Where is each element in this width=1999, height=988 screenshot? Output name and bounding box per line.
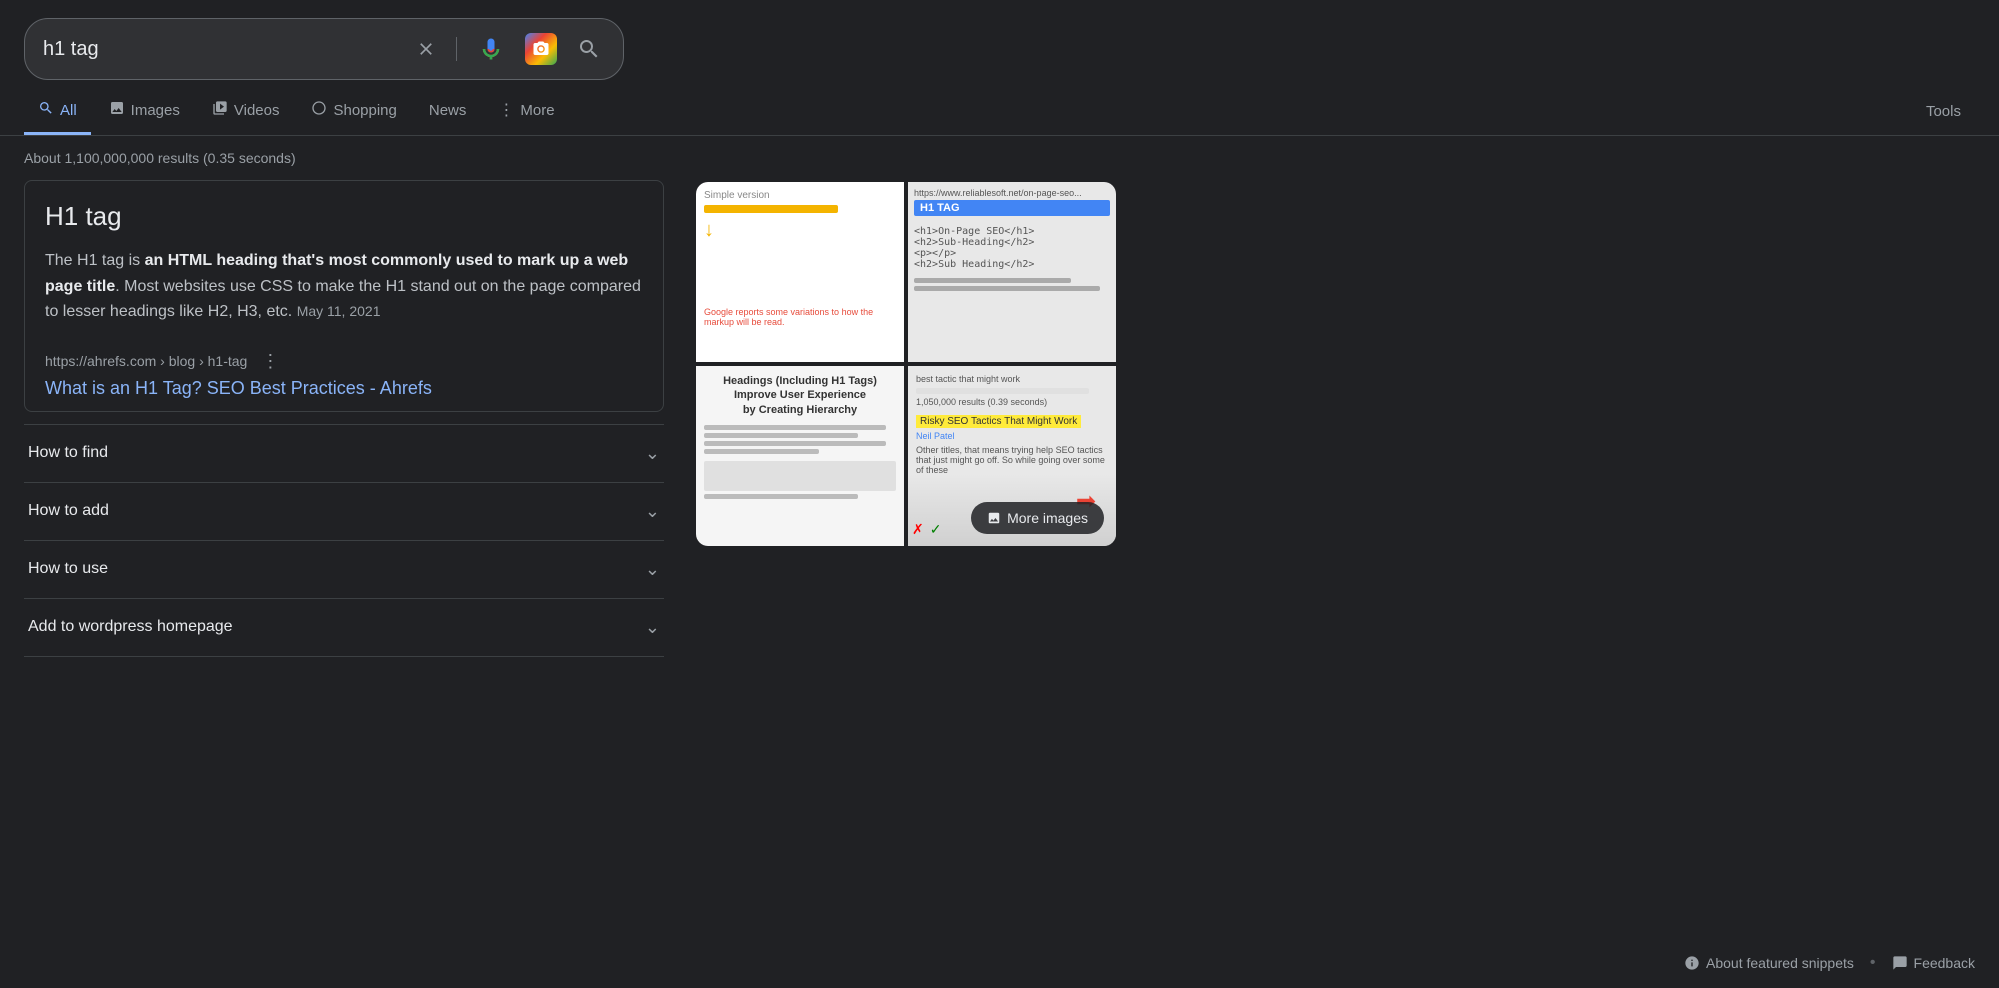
images-grid: Simple version ↓ Google reports some var…: [696, 182, 1116, 546]
accordion-label-1: How to add: [28, 502, 109, 520]
image-search-button[interactable]: [521, 29, 561, 69]
footer: About featured snippets • Feedback: [0, 938, 1999, 988]
left-column: H1 tag The H1 tag is an HTML heading tha…: [24, 172, 664, 657]
results-count: About 1,100,000,000 results (0.35 second…: [0, 136, 1999, 172]
divider: [456, 37, 457, 61]
tab-shopping[interactable]: Shopping: [297, 90, 410, 135]
tools-button[interactable]: Tools: [1912, 93, 1975, 132]
about-featured-snippets-link[interactable]: About featured snippets: [1684, 955, 1854, 971]
search-submit-button[interactable]: [573, 33, 605, 65]
tab-videos-label: Videos: [234, 102, 280, 119]
chevron-down-icon-1: ⌄: [645, 501, 660, 522]
snippet-body: The H1 tag is an HTML heading that's mos…: [45, 248, 643, 325]
main-content: H1 tag The H1 tag is an HTML heading tha…: [0, 172, 1999, 657]
search-icons: [412, 29, 605, 69]
accordion-label-0: How to find: [28, 444, 108, 462]
images-tab-icon: [109, 100, 125, 120]
tab-videos[interactable]: Videos: [198, 90, 294, 135]
chevron-down-icon-3: ⌄: [645, 617, 660, 638]
feedback-link[interactable]: Feedback: [1892, 955, 1975, 971]
tab-shopping-label: Shopping: [333, 102, 396, 119]
accordion-label-2: How to use: [28, 560, 108, 578]
accordion-item-0[interactable]: How to find ⌄: [24, 424, 664, 482]
more-images-label: More images: [1007, 510, 1088, 526]
tab-images-label: Images: [131, 102, 180, 119]
header: [0, 0, 1999, 80]
snippet-url: https://ahrefs.com › blog › h1-tag: [45, 353, 247, 369]
snippet-source: https://ahrefs.com › blog › h1-tag ⋮ Wha…: [45, 339, 643, 399]
accordion-item-2[interactable]: How to use ⌄: [24, 540, 664, 598]
about-snippets-label: About featured snippets: [1706, 955, 1854, 971]
tab-images[interactable]: Images: [95, 90, 194, 135]
image-tile-1[interactable]: Simple version ↓ Google reports some var…: [696, 182, 904, 362]
image-tile-3[interactable]: Headings (Including H1 Tags)Improve User…: [696, 366, 904, 546]
snippet-link[interactable]: What is an H1 Tag? SEO Best Practices - …: [45, 378, 432, 399]
search-bar: [24, 18, 624, 80]
featured-snippet: H1 tag The H1 tag is an HTML heading tha…: [24, 180, 664, 412]
footer-dot: •: [1870, 954, 1876, 972]
more-icon: ⋮: [498, 100, 514, 120]
clear-button[interactable]: [412, 35, 440, 63]
tab-more[interactable]: ⋮ More: [484, 90, 568, 135]
accordion-item-3[interactable]: Add to wordpress homepage ⌄: [24, 598, 664, 657]
image-tile-2[interactable]: https://www.reliablesoft.net/on-page-seo…: [908, 182, 1116, 362]
accordion: How to find ⌄ How to add ⌄ How to use ⌄ …: [24, 424, 664, 657]
voice-search-button[interactable]: [473, 31, 509, 67]
snippet-title: H1 tag: [45, 201, 643, 232]
chevron-down-icon-0: ⌄: [645, 443, 660, 464]
videos-tab-icon: [212, 100, 228, 120]
chevron-down-icon-2: ⌄: [645, 559, 660, 580]
feedback-label: Feedback: [1914, 955, 1975, 971]
right-column: Simple version ↓ Google reports some var…: [696, 172, 1116, 657]
tab-news-label: News: [429, 102, 467, 119]
accordion-label-3: Add to wordpress homepage: [28, 618, 233, 636]
tab-news[interactable]: News: [415, 92, 481, 134]
snippet-date: May 11, 2021: [297, 303, 381, 319]
more-images-button[interactable]: More images: [971, 502, 1104, 534]
tab-all-label: All: [60, 102, 77, 119]
all-tab-icon: [38, 100, 54, 120]
nav-tabs: All Images Videos Shopping News ⋮ More T…: [0, 80, 1999, 136]
tab-more-label: More: [520, 102, 554, 119]
accordion-item-1[interactable]: How to add ⌄: [24, 482, 664, 540]
search-input[interactable]: [43, 38, 412, 61]
shopping-tab-icon: [311, 100, 327, 120]
source-more-options-button[interactable]: ⋮: [255, 349, 285, 374]
tab-all[interactable]: All: [24, 90, 91, 135]
